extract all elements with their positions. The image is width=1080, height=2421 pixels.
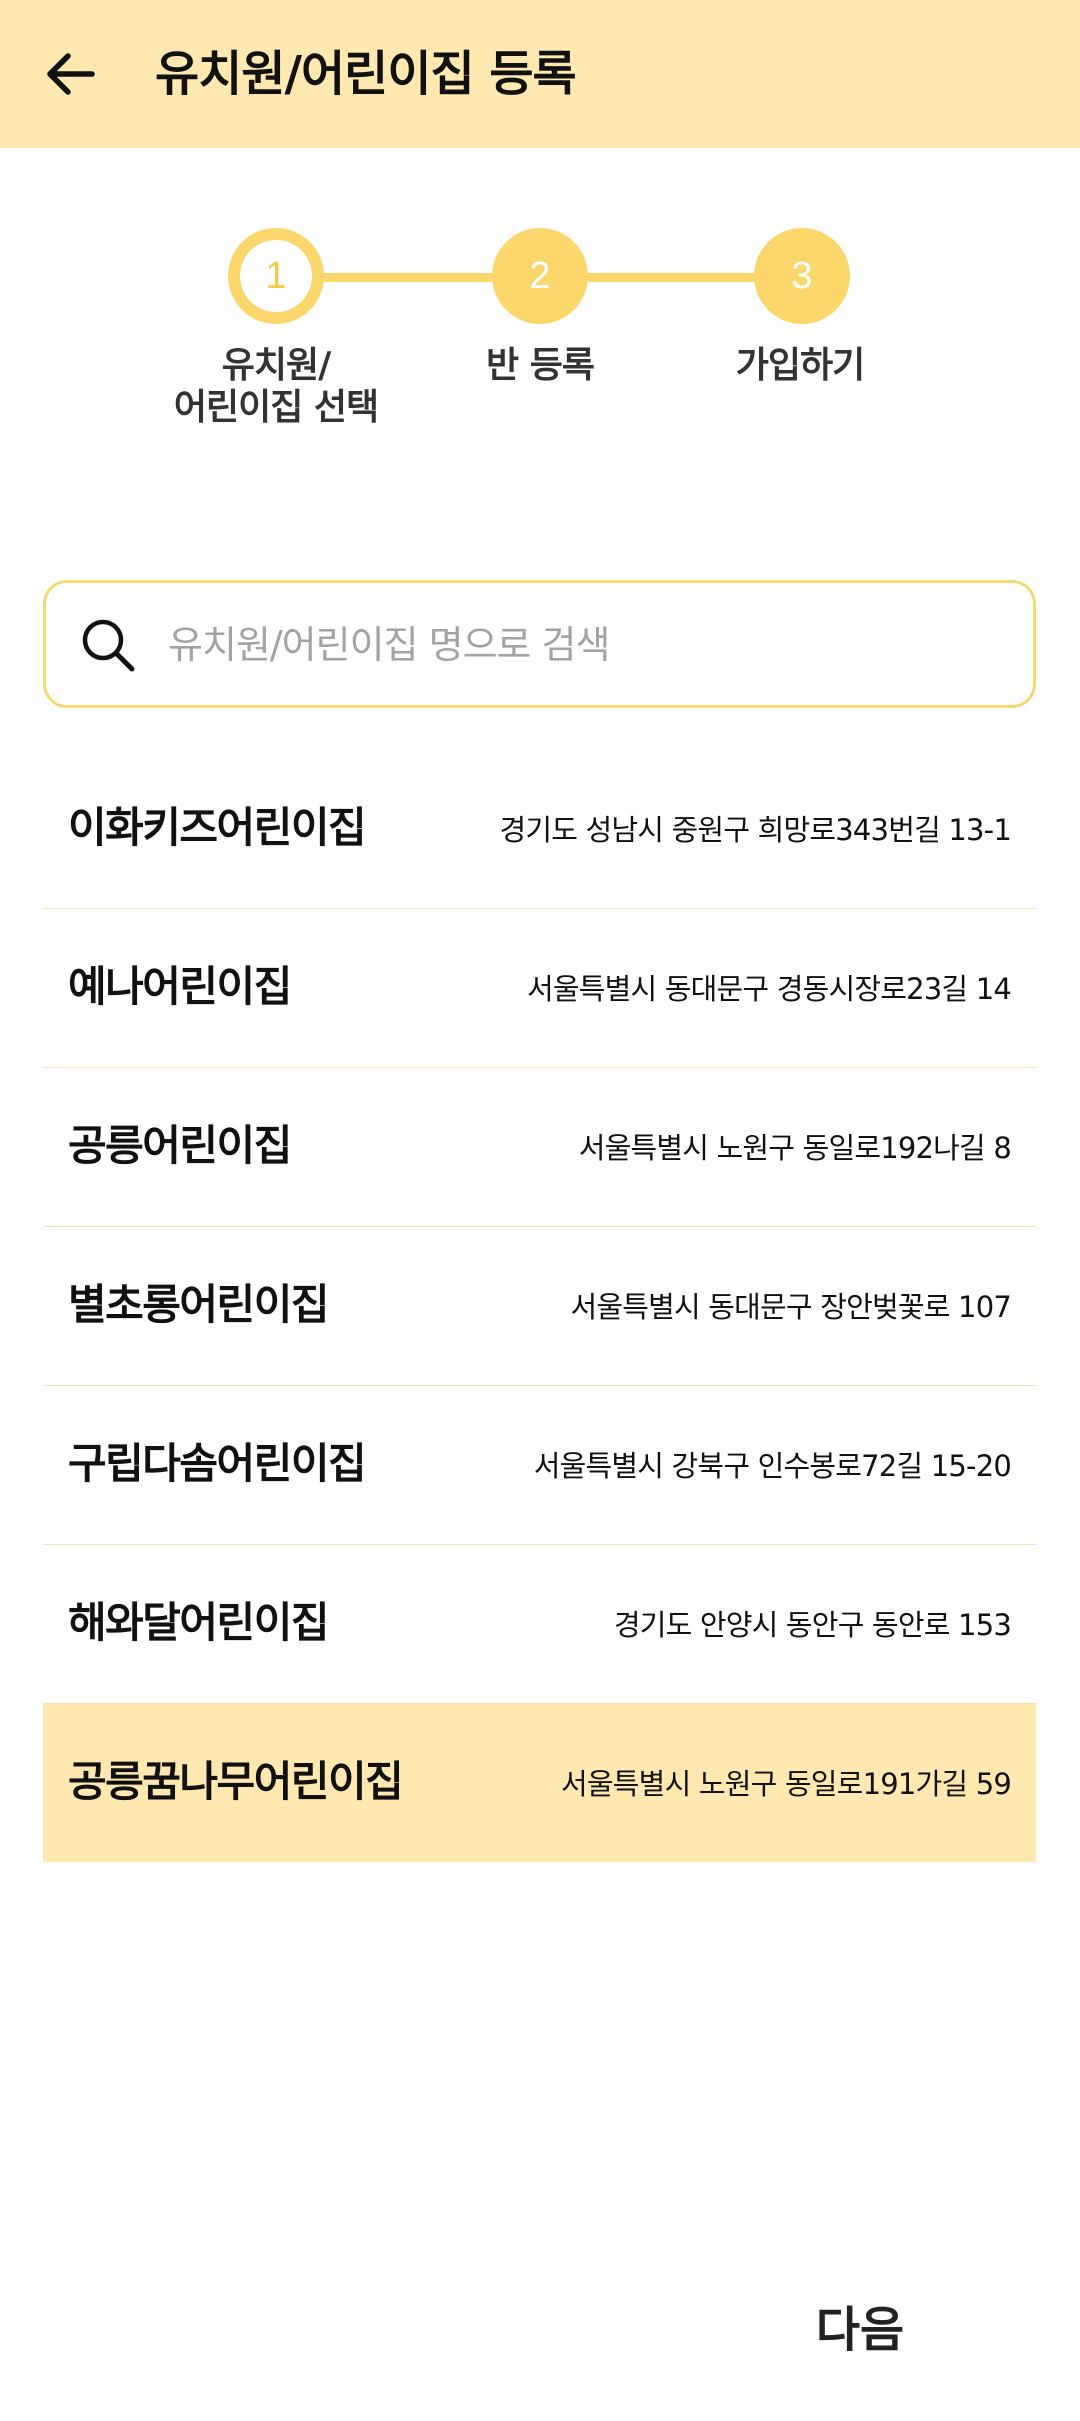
step-1-label-text: 유치원/ 어린이집 선택 — [173, 345, 379, 428]
step-2-label: 반 등록 — [486, 345, 595, 386]
step-connector — [320, 273, 500, 282]
search-icon — [82, 619, 135, 672]
list-item[interactable]: 구립다솜어린이집 서울특별시 강북구 인수봉로72길 15-20 — [43, 1386, 1036, 1545]
next-button[interactable]: 다음 — [790, 2280, 930, 2370]
facility-name: 공릉어린이집 — [68, 1121, 292, 1170]
back-button[interactable] — [30, 34, 110, 114]
facility-address: 서울특별시 노원구 동일로192나길 8 — [578, 1131, 1012, 1165]
arrow-left-icon — [47, 53, 95, 95]
facility-name: 구립다솜어린이집 — [68, 1439, 367, 1488]
step-1-label: 유치원/ 어린이집 선택 — [140, 345, 412, 429]
app-header: 유치원/어린이집 등록 — [0, 0, 1080, 148]
list-item[interactable]: 해와달어린이집 경기도 안양시 동안구 동안로 153 — [43, 1545, 1036, 1704]
facility-name: 이화키즈어린이집 — [68, 803, 367, 852]
step-1-indicator: 1 — [228, 228, 324, 324]
list-item-selected[interactable]: 공릉꿈나무어린이집 서울특별시 노원구 동일로191가길 59 — [43, 1704, 1036, 1862]
facility-address: 서울특별시 강북구 인수봉로72길 15-20 — [533, 1449, 1012, 1483]
facility-address: 서울특별시 동대문구 장안벚꽃로 107 — [570, 1290, 1011, 1324]
search-bar[interactable] — [43, 580, 1036, 708]
facility-address: 서울특별시 노원구 동일로191가길 59 — [561, 1767, 1012, 1801]
list-item[interactable]: 이화키즈어린이집 경기도 성남시 중원구 희망로343번길 13-1 — [43, 750, 1036, 909]
step-3-label: 가입하기 — [735, 345, 865, 386]
page-title: 유치원/어린이집 등록 — [155, 46, 577, 102]
facility-list: 이화키즈어린이집 경기도 성남시 중원구 희망로343번길 13-1 예나어린이… — [43, 750, 1036, 1862]
facility-address: 경기도 성남시 중원구 희망로343번길 13-1 — [499, 813, 1011, 847]
step-connector — [580, 273, 760, 282]
list-item[interactable]: 별초롱어린이집 서울특별시 동대문구 장안벚꽃로 107 — [43, 1227, 1036, 1386]
facility-address: 서울특별시 동대문구 경동시장로23길 14 — [526, 972, 1012, 1006]
step-2-indicator: 2 — [492, 228, 588, 324]
facility-address: 경기도 안양시 동안구 동안로 153 — [613, 1608, 1012, 1642]
list-item[interactable]: 공릉어린이집 서울특별시 노원구 동일로192나길 8 — [43, 1068, 1036, 1227]
list-item[interactable]: 예나어린이집 서울특별시 동대문구 경동시장로23길 14 — [43, 909, 1036, 1068]
facility-name: 해와달어린이집 — [68, 1598, 329, 1647]
step-3-indicator: 3 — [754, 228, 850, 324]
facility-name: 별초롱어린이집 — [68, 1280, 329, 1329]
facility-name: 예나어린이집 — [68, 962, 292, 1011]
search-input[interactable] — [166, 603, 1010, 687]
facility-name: 공릉꿈나무어린이집 — [68, 1757, 404, 1806]
